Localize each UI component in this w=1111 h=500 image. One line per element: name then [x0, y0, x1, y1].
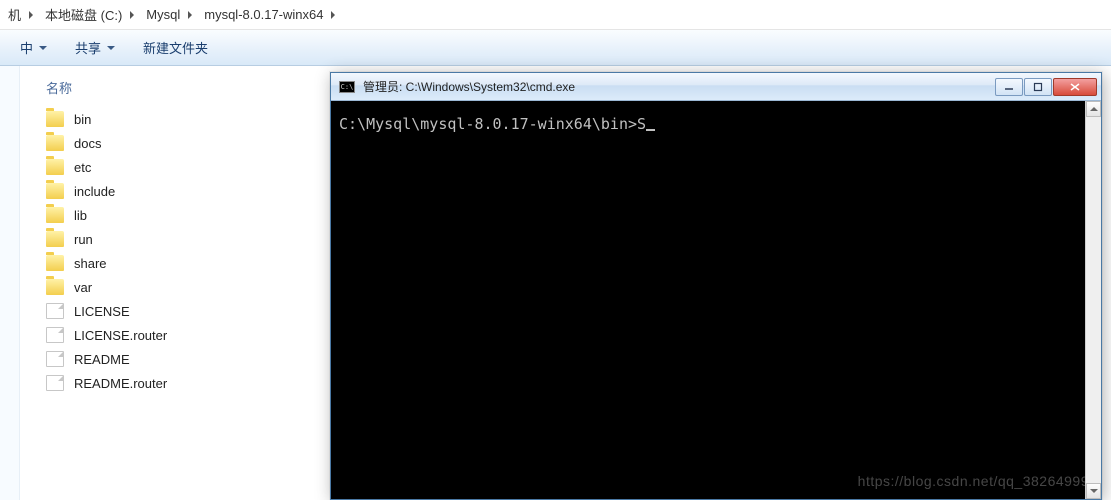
scroll-down-button[interactable] — [1086, 483, 1101, 499]
file-icon — [46, 303, 64, 319]
file-name-label: etc — [74, 160, 91, 175]
cmd-body[interactable]: C:\Mysql\mysql-8.0.17-winx64\bin>S https… — [331, 101, 1101, 499]
folder-icon — [46, 135, 64, 151]
folder-icon — [46, 231, 64, 247]
chevron-right-icon — [331, 11, 335, 19]
new-folder-label: 新建文件夹 — [143, 38, 208, 57]
file-name-label: README.router — [74, 376, 167, 391]
folder-icon — [46, 207, 64, 223]
folder-icon — [46, 183, 64, 199]
chevron-right-icon — [29, 11, 33, 19]
explorer-toolbar: 中 共享 新建文件夹 — [0, 30, 1111, 66]
file-icon — [46, 375, 64, 391]
crumb-label: 机 — [8, 5, 21, 24]
cmd-window: C:\ 管理员: C:\Windows\System32\cmd.exe C:\… — [330, 72, 1102, 500]
chevron-right-icon — [188, 11, 192, 19]
chevron-down-icon — [107, 46, 115, 50]
crumb-computer[interactable]: 机 — [2, 0, 39, 29]
terminal-icon: C:\ — [339, 81, 355, 93]
file-name-label: run — [74, 232, 93, 247]
triangle-up-icon — [1090, 107, 1098, 111]
cmd-scrollbar[interactable] — [1085, 101, 1101, 499]
cmd-title: 管理员: C:\Windows\System32\cmd.exe — [363, 78, 987, 95]
close-button[interactable] — [1053, 78, 1097, 96]
crumb-label: Mysql — [146, 7, 180, 22]
cmd-titlebar[interactable]: C:\ 管理员: C:\Windows\System32\cmd.exe — [331, 73, 1101, 101]
minimize-button[interactable] — [995, 78, 1023, 96]
breadcrumb: 机 本地磁盘 (C:) Mysql mysql-8.0.17-winx64 — [0, 0, 1111, 30]
folder-icon — [46, 255, 64, 271]
watermark-text: https://blog.csdn.net/qq_38264999 — [858, 473, 1089, 489]
file-name-label: var — [74, 280, 92, 295]
cmd-prompt: C:\Mysql\mysql-8.0.17-winx64\bin> — [339, 115, 637, 133]
file-name-label: share — [74, 256, 107, 271]
window-controls — [995, 78, 1097, 96]
cmd-cursor — [646, 129, 655, 131]
share-label: 共享 — [75, 38, 101, 57]
crumb-label: mysql-8.0.17-winx64 — [204, 7, 323, 22]
maximize-icon — [1033, 82, 1043, 92]
file-icon — [46, 351, 64, 367]
file-name-label: lib — [74, 208, 87, 223]
file-name-label: docs — [74, 136, 101, 151]
minimize-icon — [1004, 82, 1014, 92]
maximize-button[interactable] — [1024, 78, 1052, 96]
file-name-label: LICENSE — [74, 304, 130, 319]
triangle-down-icon — [1090, 489, 1098, 493]
folder-icon — [46, 111, 64, 127]
chevron-right-icon — [130, 11, 134, 19]
file-name-label: include — [74, 184, 115, 199]
organize-label: 中 — [20, 38, 33, 57]
folder-icon — [46, 159, 64, 175]
close-icon — [1069, 82, 1081, 92]
share-button[interactable]: 共享 — [75, 38, 115, 57]
chevron-down-icon — [39, 46, 47, 50]
crumb-label: 本地磁盘 (C:) — [45, 5, 122, 24]
file-name-label: README — [74, 352, 130, 367]
folder-icon — [46, 279, 64, 295]
file-icon — [46, 327, 64, 343]
file-name-label: bin — [74, 112, 91, 127]
crumb-mysql-version[interactable]: mysql-8.0.17-winx64 — [198, 0, 341, 29]
nav-tree-sliver — [0, 66, 20, 500]
crumb-mysql[interactable]: Mysql — [140, 0, 198, 29]
scroll-up-button[interactable] — [1086, 101, 1101, 117]
crumb-drive-c[interactable]: 本地磁盘 (C:) — [39, 0, 140, 29]
file-name-label: LICENSE.router — [74, 328, 167, 343]
cmd-input: S — [637, 115, 646, 133]
organize-button[interactable]: 中 — [20, 38, 47, 57]
new-folder-button[interactable]: 新建文件夹 — [143, 38, 208, 57]
